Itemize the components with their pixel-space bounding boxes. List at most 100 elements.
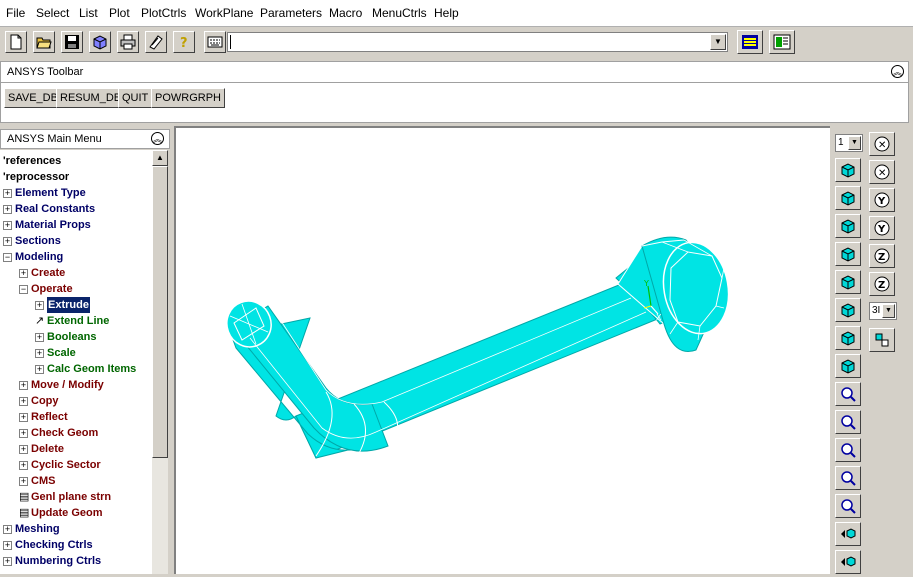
menu-item-label: Booleans: [47, 331, 97, 343]
svg-text:Y: Y: [877, 196, 886, 207]
expand-icon[interactable]: +: [3, 205, 12, 214]
collapse-icon[interactable]: −: [19, 285, 28, 294]
zoom-out-icon[interactable]: [835, 494, 861, 518]
iso-view-icon[interactable]: [835, 158, 861, 182]
expand-icon[interactable]: +: [35, 349, 44, 358]
menu-item-label: Modeling: [15, 251, 64, 263]
help-icon[interactable]: ?: [173, 31, 195, 53]
menu-item-label: Create: [31, 267, 66, 279]
menu-macro[interactable]: Macro: [329, 6, 362, 20]
expand-icon[interactable]: +: [3, 541, 12, 550]
pan-left-icon[interactable]: [835, 522, 861, 546]
keyboard-icon[interactable]: [204, 31, 226, 53]
zoom-icon[interactable]: [835, 410, 861, 434]
quit-button[interactable]: QUIT: [118, 88, 153, 108]
pipe-model: Y X: [226, 236, 730, 459]
main-menu-title: ANSYS Main Menu: [7, 133, 102, 145]
menu-item-label: Cyclic Sector: [31, 459, 101, 471]
menu-file[interactable]: File: [6, 6, 25, 20]
zoom-in-icon[interactable]: [835, 466, 861, 490]
expand-icon[interactable]: +: [19, 429, 28, 438]
expand-icon[interactable]: +: [19, 477, 28, 486]
report-icon[interactable]: [145, 31, 167, 53]
dynamic-mode-icon[interactable]: [869, 328, 895, 352]
scroll-up-button[interactable]: ▲: [152, 150, 168, 166]
scroll-thumb[interactable]: [152, 166, 168, 458]
menu-plot[interactable]: Plot: [109, 6, 130, 20]
rotate-y-pos-icon[interactable]: Y: [869, 188, 895, 212]
bottom-view-icon[interactable]: [835, 298, 861, 322]
front-view-icon[interactable]: [835, 214, 861, 238]
menu-item-label: Delete: [31, 443, 65, 455]
rotate-x-neg-icon[interactable]: ✕: [869, 160, 895, 184]
main-menu-scrollbar[interactable]: ▲: [152, 150, 168, 574]
rotate-z-neg-icon[interactable]: Z: [869, 272, 895, 296]
menu-select[interactable]: Select: [36, 6, 69, 20]
back-view-icon[interactable]: [835, 270, 861, 294]
rotate-x-pos-icon[interactable]: ✕: [869, 132, 895, 156]
expand-icon[interactable]: +: [19, 381, 28, 390]
raise-hidden-icon[interactable]: [737, 30, 763, 54]
view-icon[interactable]: [89, 31, 111, 53]
menu-parameters[interactable]: Parameters: [260, 6, 322, 20]
view-select-dropdown[interactable]: ▼: [882, 304, 895, 318]
command-dropdown-button[interactable]: ▼: [710, 34, 726, 50]
menu-plotctrls[interactable]: PlotCtrls: [141, 6, 186, 20]
dialog-icon[interactable]: ▤: [19, 489, 29, 505]
command-caret: [230, 35, 231, 49]
expand-icon[interactable]: +: [3, 189, 12, 198]
graphics-window[interactable]: Y X: [174, 126, 830, 574]
window-select-dropdown[interactable]: ▼: [848, 136, 861, 150]
expand-icon[interactable]: +: [19, 413, 28, 422]
rotate-z-pos-icon[interactable]: Z: [869, 244, 895, 268]
top-view-icon[interactable]: [835, 242, 861, 266]
collapse-toolbar-icon[interactable]: ︽: [891, 65, 904, 78]
menu-list[interactable]: List: [79, 6, 98, 20]
powrgrph-button[interactable]: POWRGRPH: [151, 88, 225, 108]
expand-icon[interactable]: +: [19, 269, 28, 278]
command-arrow-icon[interactable]: ↗: [35, 313, 44, 329]
menu-help[interactable]: Help: [434, 6, 459, 20]
resum-db-button[interactable]: RESUM_DB: [56, 88, 126, 108]
open-folder-icon[interactable]: [33, 31, 55, 53]
expand-icon[interactable]: +: [3, 237, 12, 246]
expand-icon[interactable]: +: [19, 461, 28, 470]
dialog-icon[interactable]: ▤: [19, 505, 29, 521]
svg-text:Y: Y: [877, 224, 886, 235]
collapse-icon[interactable]: −: [3, 253, 12, 262]
ansys-toolbar-title: ANSYS Toolbar: [7, 66, 84, 78]
expand-icon[interactable]: +: [35, 333, 44, 342]
menu-item-label: Update Geom: [31, 507, 103, 519]
command-input[interactable]: ▼: [227, 32, 728, 52]
zoom-window-icon[interactable]: [835, 382, 861, 406]
collapse-main-menu-icon[interactable]: ︽: [151, 132, 164, 145]
svg-text:Y: Y: [643, 279, 649, 288]
view-select[interactable]: 3I ▼: [869, 302, 897, 320]
expand-icon[interactable]: +: [19, 397, 28, 406]
expand-icon[interactable]: +: [3, 557, 12, 566]
expand-icon[interactable]: +: [3, 525, 12, 534]
menu-item-label: Meshing: [15, 523, 60, 535]
expand-icon[interactable]: +: [3, 221, 12, 230]
expand-icon[interactable]: +: [35, 301, 44, 310]
oblique-view-icon[interactable]: [835, 186, 861, 210]
expand-icon[interactable]: +: [19, 445, 28, 454]
menu-item-label: Copy: [31, 395, 59, 407]
reset-picking-icon[interactable]: [769, 30, 795, 54]
expand-icon[interactable]: +: [35, 365, 44, 374]
rotate-y-neg-icon[interactable]: Y: [869, 216, 895, 240]
window-select[interactable]: 1 ▼: [835, 134, 863, 152]
menu-workplane[interactable]: WorkPlane: [195, 6, 253, 20]
new-file-icon[interactable]: [5, 31, 27, 53]
left-view-icon[interactable]: [835, 326, 861, 350]
menu-item-label: Sections: [15, 235, 61, 247]
print-icon[interactable]: [117, 31, 139, 53]
save-db-button[interactable]: SAVE_DB: [4, 88, 62, 108]
back-up-icon[interactable]: [835, 438, 861, 462]
menu-menuctrls[interactable]: MenuCtrls: [372, 6, 427, 20]
pan-right-icon[interactable]: [835, 550, 861, 574]
save-icon[interactable]: [61, 31, 83, 53]
svg-text:Z: Z: [878, 252, 885, 263]
menu-item-label: Move / Modify: [31, 379, 104, 391]
right-view-icon[interactable]: [835, 354, 861, 378]
